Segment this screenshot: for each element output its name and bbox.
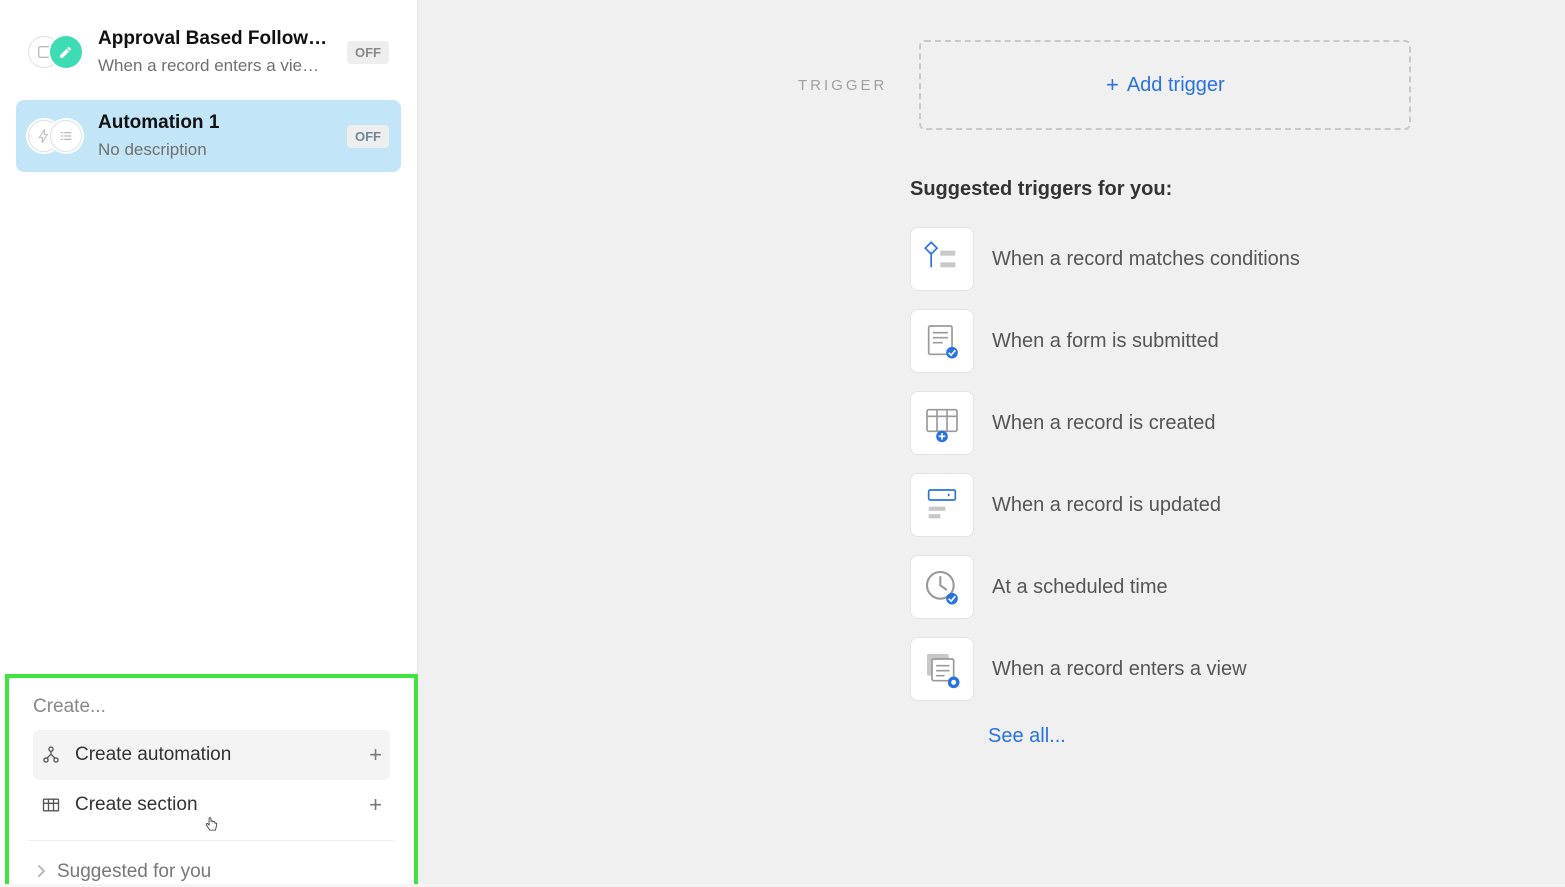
trigger-option-label: When a form is submitted bbox=[992, 330, 1219, 353]
trigger-option-enters-view[interactable]: When a record enters a view bbox=[910, 637, 1465, 701]
trigger-option-record-created[interactable]: When a record is created bbox=[910, 391, 1465, 455]
trigger-option-form-submitted[interactable]: When a form is submitted bbox=[910, 309, 1465, 373]
trigger-section-label: TRIGGER bbox=[798, 77, 887, 94]
trigger-option-matches-conditions[interactable]: When a record matches conditions bbox=[910, 227, 1465, 291]
plus-icon: + bbox=[369, 742, 382, 768]
list-icon bbox=[50, 120, 82, 152]
create-panel: Create... Create automation + Create sec… bbox=[5, 674, 418, 884]
automation-description: When a record enters a vie… bbox=[98, 56, 333, 76]
create-section-label: Create section bbox=[75, 794, 355, 816]
automation-title: Automation 1 bbox=[98, 112, 333, 134]
automation-text: Automation 1 No description bbox=[98, 112, 333, 160]
create-automation-label: Create automation bbox=[75, 744, 355, 766]
automation-item[interactable]: Approval Based Follow… When a record ent… bbox=[16, 16, 401, 88]
create-automation-row[interactable]: Create automation + bbox=[33, 730, 390, 780]
add-trigger-label: Add trigger bbox=[1127, 74, 1225, 97]
trigger-option-label: When a record enters a view bbox=[992, 658, 1247, 681]
view-stack-icon bbox=[910, 637, 974, 701]
main-panel: TRIGGER + Add trigger Suggested triggers… bbox=[418, 0, 1565, 884]
trigger-option-label: When a record is created bbox=[992, 412, 1215, 435]
trigger-option-label: At a scheduled time bbox=[992, 576, 1168, 599]
section-grid-icon bbox=[41, 795, 61, 815]
automation-icon-stack bbox=[28, 114, 84, 158]
trigger-option-label: When a record matches conditions bbox=[992, 248, 1300, 271]
trigger-option-record-updated[interactable]: When a record is updated bbox=[910, 473, 1465, 537]
add-trigger-button[interactable]: + Add trigger bbox=[919, 40, 1411, 130]
status-badge: OFF bbox=[347, 41, 389, 64]
sidebar: Approval Based Follow… When a record ent… bbox=[0, 0, 418, 884]
table-plus-icon bbox=[910, 391, 974, 455]
see-all-link[interactable]: See all... bbox=[988, 725, 1465, 748]
automation-text: Approval Based Follow… When a record ent… bbox=[98, 28, 333, 76]
status-badge: OFF bbox=[347, 125, 389, 148]
trigger-row: TRIGGER + Add trigger bbox=[798, 40, 1465, 130]
suggested-for-you-row[interactable]: Suggested for you bbox=[33, 851, 390, 887]
automation-description: No description bbox=[98, 140, 333, 160]
plus-icon: + bbox=[1106, 72, 1119, 98]
form-check-icon bbox=[910, 309, 974, 373]
automation-item-selected[interactable]: Automation 1 No description OFF bbox=[16, 100, 401, 172]
create-section-row[interactable]: Create section + bbox=[33, 780, 390, 830]
automation-flow-icon bbox=[41, 745, 61, 765]
divider bbox=[29, 840, 394, 841]
plus-icon: + bbox=[369, 792, 382, 818]
suggested-label: Suggested for you bbox=[57, 861, 211, 883]
automation-list: Approval Based Follow… When a record ent… bbox=[0, 0, 417, 188]
record-field-icon bbox=[910, 473, 974, 537]
pencil-icon bbox=[50, 36, 82, 68]
automation-icon-stack bbox=[28, 30, 84, 74]
automation-title: Approval Based Follow… bbox=[98, 28, 333, 50]
suggested-triggers-heading: Suggested triggers for you: bbox=[910, 178, 1465, 201]
chevron-right-icon bbox=[37, 864, 47, 881]
trigger-option-label: When a record is updated bbox=[992, 494, 1221, 517]
trigger-option-scheduled-time[interactable]: At a scheduled time bbox=[910, 555, 1465, 619]
conditions-flow-icon bbox=[910, 227, 974, 291]
clock-check-icon bbox=[910, 555, 974, 619]
create-heading: Create... bbox=[33, 696, 390, 718]
